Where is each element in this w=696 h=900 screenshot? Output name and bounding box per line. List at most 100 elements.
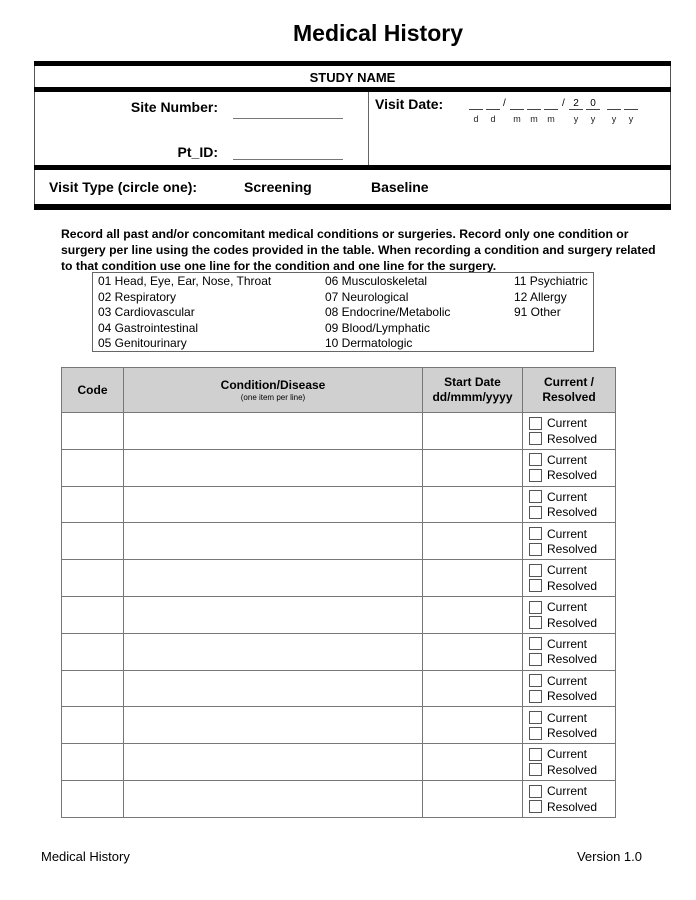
condition-cell[interactable] — [123, 448, 423, 487]
checkbox-current[interactable] — [529, 416, 542, 430]
status-option-resolved[interactable]: Resolved — [529, 799, 615, 815]
start-date-cell[interactable] — [422, 706, 523, 745]
pt-id-label: Pt_ID: — [177, 144, 218, 160]
date-digit-slot[interactable] — [469, 98, 483, 110]
start-date-cell[interactable] — [422, 448, 523, 487]
checkbox-label: Resolved — [547, 505, 598, 520]
condition-cell[interactable] — [123, 595, 423, 634]
checkbox-resolved[interactable] — [529, 763, 542, 777]
status-option-resolved[interactable]: Resolved — [529, 504, 615, 520]
code-cell[interactable] — [61, 559, 124, 597]
status-option-resolved[interactable]: Resolved — [529, 578, 615, 594]
code-cell[interactable] — [61, 522, 124, 561]
code-item: 08 Endocrine/Metabolic — [325, 305, 451, 320]
condition-cell[interactable] — [123, 669, 423, 708]
code-cell[interactable] — [61, 743, 124, 781]
status-option-resolved[interactable]: Resolved — [529, 725, 615, 741]
start-date-cell[interactable] — [422, 485, 523, 524]
checkbox-resolved[interactable] — [529, 505, 542, 519]
status-option-resolved[interactable]: Resolved — [529, 652, 615, 668]
condition-cell[interactable] — [123, 522, 423, 561]
checkbox-resolved[interactable] — [529, 689, 542, 703]
header-status-line2: Resolved — [542, 390, 596, 404]
start-date-cell[interactable] — [422, 595, 523, 634]
checkbox-resolved[interactable] — [529, 468, 542, 482]
checkbox-current[interactable] — [529, 711, 542, 725]
site-number-field[interactable] — [233, 118, 343, 119]
checkbox-resolved[interactable] — [529, 800, 542, 814]
checkbox-resolved[interactable] — [529, 616, 542, 630]
checkbox-current[interactable] — [529, 563, 542, 577]
checkbox-current[interactable] — [529, 784, 542, 798]
checkbox-current[interactable] — [529, 453, 542, 467]
visit-type-baseline[interactable]: Baseline — [371, 179, 429, 195]
status-option-resolved[interactable]: Resolved — [529, 431, 615, 447]
code-cell[interactable] — [61, 412, 124, 450]
condition-cell[interactable] — [123, 706, 423, 745]
condition-cell[interactable] — [123, 743, 423, 781]
checkbox-label: Resolved — [547, 799, 598, 814]
code-cell[interactable] — [61, 779, 124, 818]
checkbox-resolved[interactable] — [529, 432, 542, 446]
status-option-current[interactable]: Current — [529, 783, 615, 799]
date-digit-slot[interactable]: 0 — [586, 98, 600, 110]
status-option-resolved[interactable]: Resolved — [529, 615, 615, 631]
status-option-resolved[interactable]: Resolved — [529, 762, 615, 778]
date-digit-slot[interactable] — [544, 98, 558, 110]
status-option-current[interactable]: Current — [529, 489, 615, 505]
start-date-cell[interactable] — [422, 743, 523, 781]
status-option-current[interactable]: Current — [529, 563, 615, 579]
status-option-resolved[interactable]: Resolved — [529, 688, 615, 704]
status-option-resolved[interactable]: Resolved — [529, 468, 615, 484]
date-digit-slot[interactable] — [510, 98, 524, 110]
date-digit-slot[interactable] — [607, 98, 621, 110]
status-option-resolved[interactable]: Resolved — [529, 541, 615, 557]
code-cell[interactable] — [61, 595, 124, 634]
start-date-cell[interactable] — [422, 522, 523, 561]
condition-cell[interactable] — [123, 632, 423, 671]
start-date-cell[interactable] — [422, 632, 523, 671]
code-cell[interactable] — [61, 669, 124, 708]
visit-type-screening[interactable]: Screening — [244, 179, 312, 195]
date-hint: m — [547, 114, 555, 124]
code-cell[interactable] — [61, 485, 124, 524]
condition-cell[interactable] — [123, 485, 423, 524]
condition-cell[interactable] — [123, 412, 423, 450]
checkbox-label: Resolved — [547, 762, 598, 777]
divider-bar — [34, 204, 671, 210]
checkbox-current[interactable] — [529, 490, 542, 504]
start-date-cell[interactable] — [422, 779, 523, 818]
status-option-current[interactable]: Current — [529, 636, 615, 652]
status-option-current[interactable]: Current — [529, 452, 615, 468]
header-code-label: Code — [77, 382, 108, 397]
start-date-cell[interactable] — [422, 559, 523, 597]
condition-cell[interactable] — [123, 779, 423, 818]
checkbox-resolved[interactable] — [529, 726, 542, 740]
status-option-current[interactable]: Current — [529, 526, 615, 542]
code-cell[interactable] — [61, 706, 124, 745]
status-option-current[interactable]: Current — [529, 710, 615, 726]
checkbox-current[interactable] — [529, 527, 542, 541]
code-cell[interactable] — [61, 632, 124, 671]
date-digit-slot[interactable] — [527, 98, 541, 110]
condition-cell[interactable] — [123, 559, 423, 597]
status-option-current[interactable]: Current — [529, 415, 615, 431]
checkbox-resolved[interactable] — [529, 652, 542, 666]
status-option-current[interactable]: Current — [529, 599, 615, 615]
code-cell[interactable] — [61, 448, 124, 487]
status-option-current[interactable]: Current — [529, 747, 615, 763]
checkbox-current[interactable] — [529, 674, 542, 688]
date-digit-slot[interactable] — [486, 98, 500, 110]
checkbox-resolved[interactable] — [529, 579, 542, 593]
date-digit-slot[interactable] — [624, 98, 638, 110]
start-date-cell[interactable] — [422, 669, 523, 708]
status-option-current[interactable]: Current — [529, 673, 615, 689]
checkbox-current[interactable] — [529, 637, 542, 651]
pt-id-field[interactable] — [233, 159, 343, 160]
header-condition-label: Condition/Disease — [220, 378, 326, 392]
checkbox-current[interactable] — [529, 747, 542, 761]
date-digit-slot[interactable]: 2 — [569, 98, 583, 110]
checkbox-resolved[interactable] — [529, 542, 542, 556]
start-date-cell[interactable] — [422, 412, 523, 450]
checkbox-current[interactable] — [529, 600, 542, 614]
